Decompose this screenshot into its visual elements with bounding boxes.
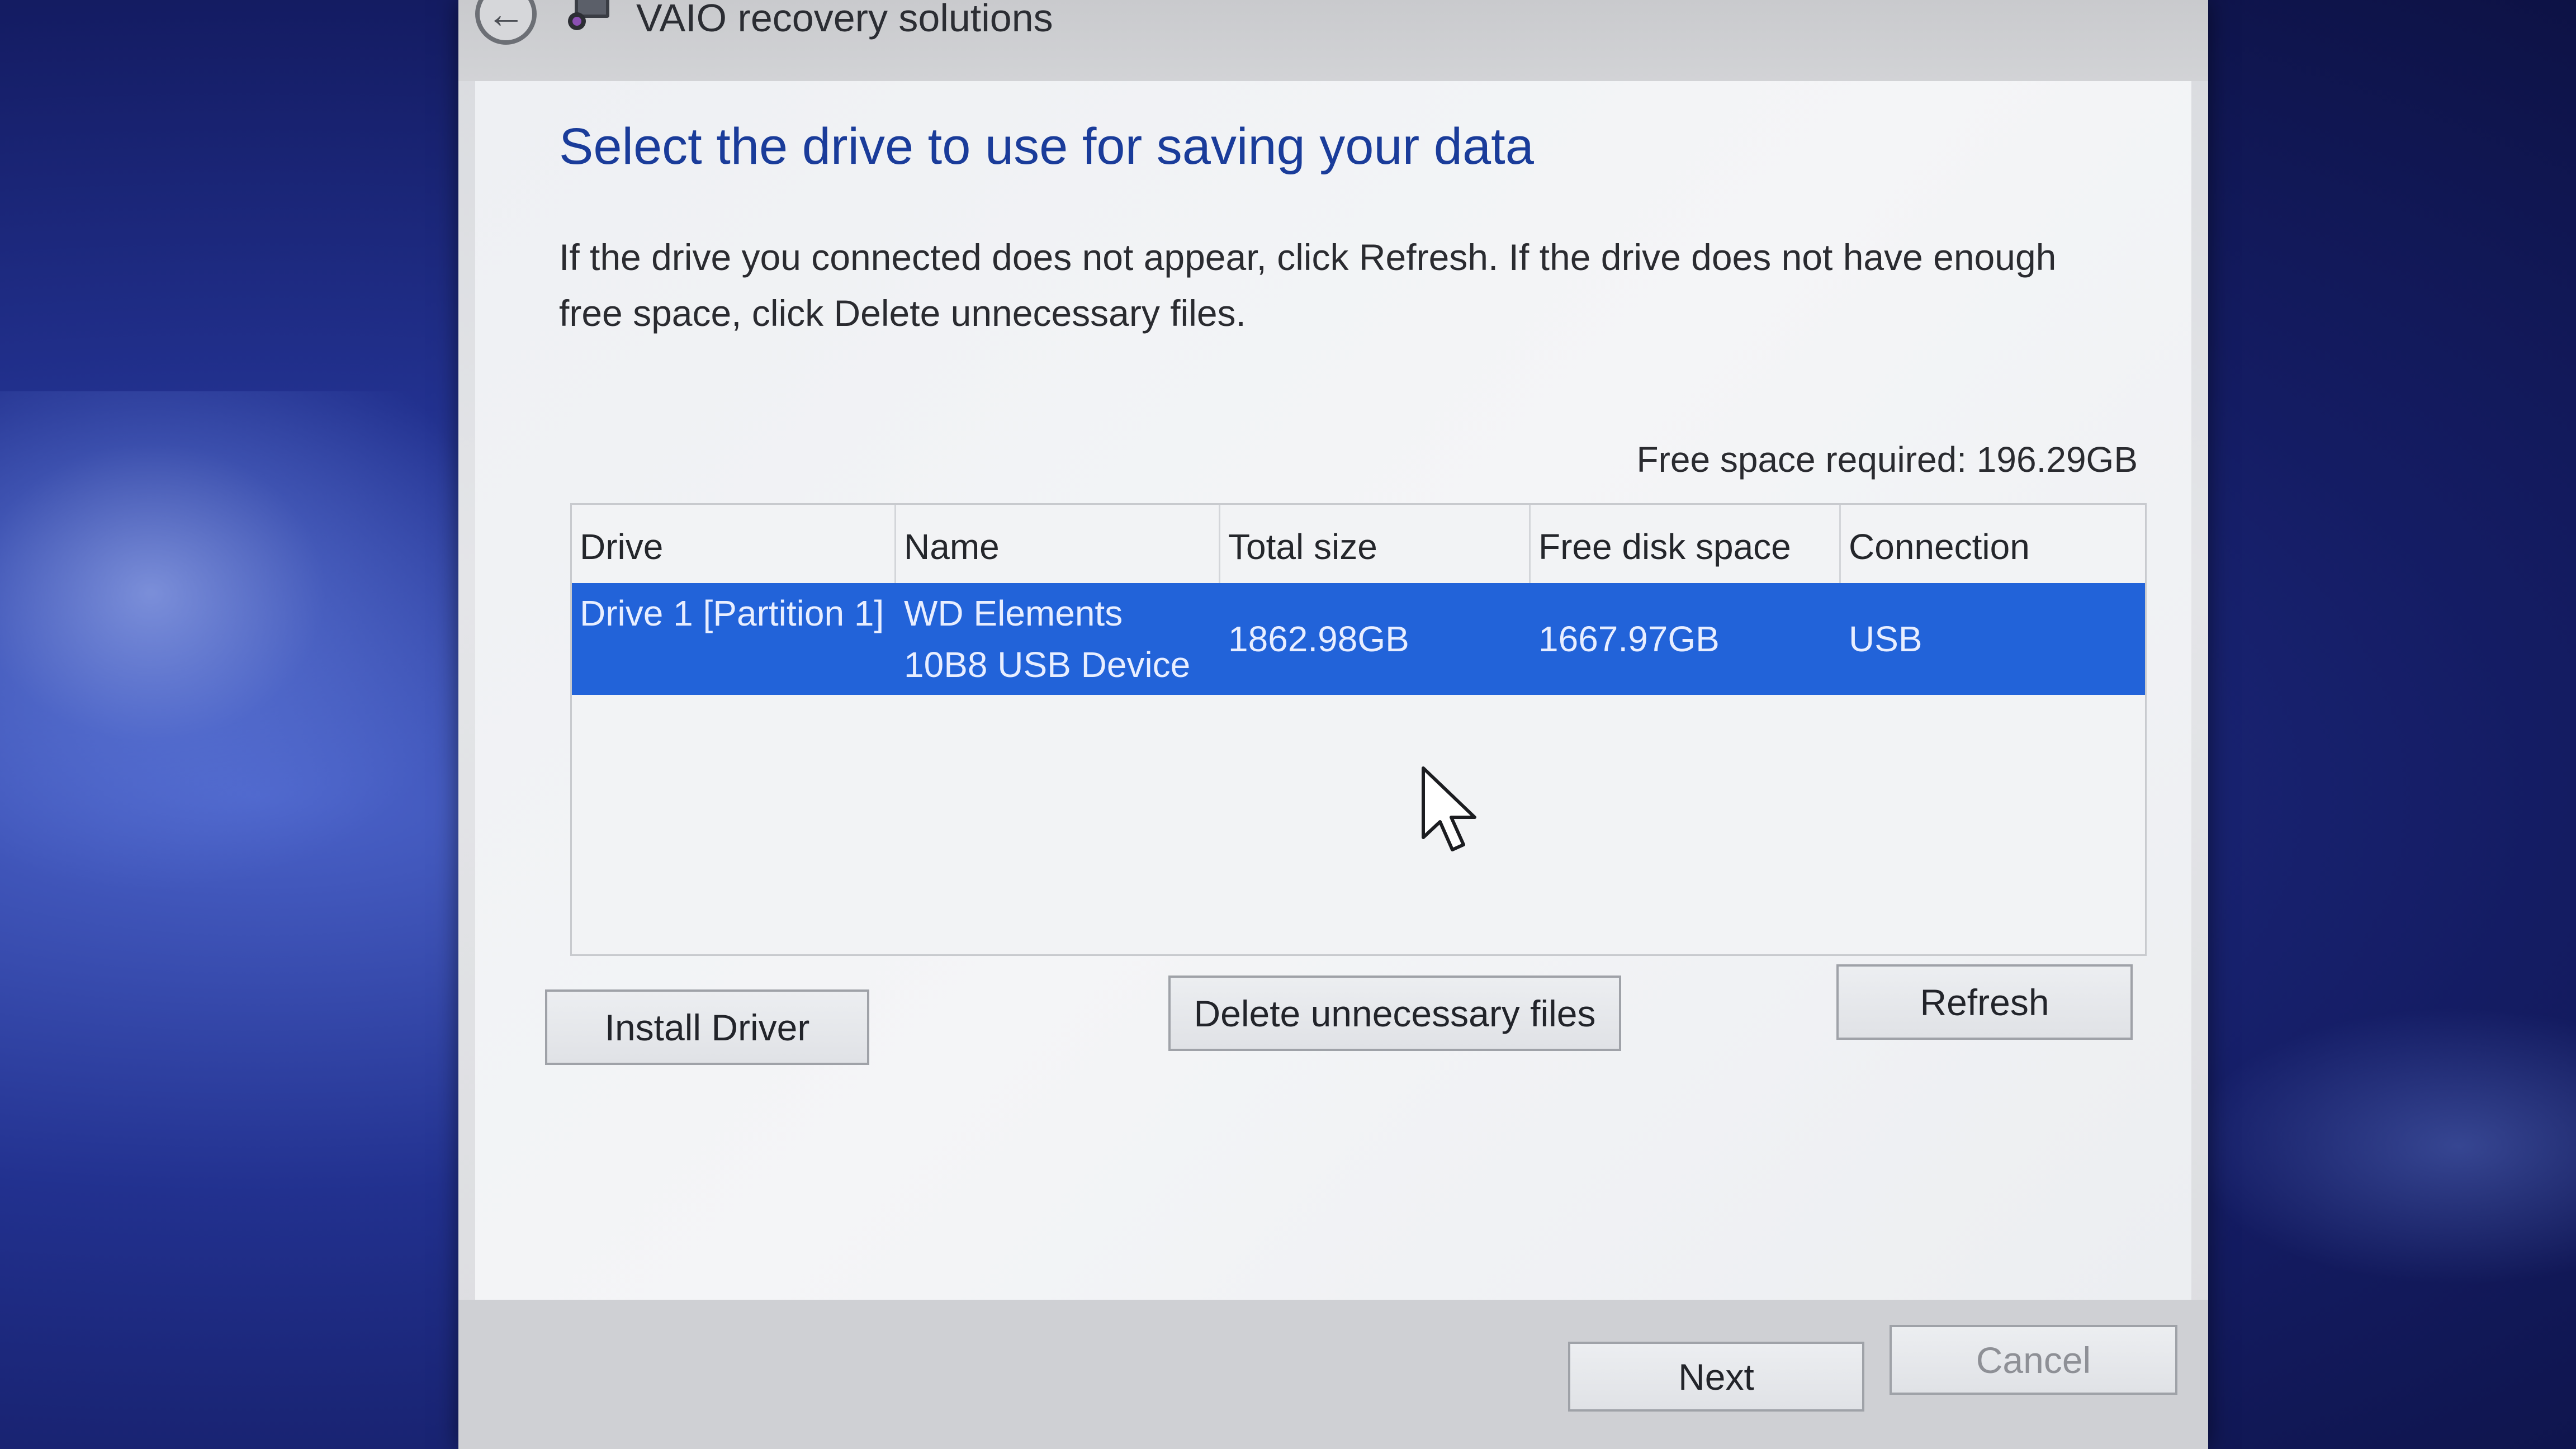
free-space-required-label: Free space required: 196.29GB (1636, 439, 2138, 480)
cell-drive: Drive 1 [Partition 1] (580, 593, 884, 633)
refresh-button[interactable]: Refresh (1836, 964, 2133, 1040)
desktop-background-glow-right (2185, 1006, 2576, 1286)
footer-bar: Next Cancel (458, 1300, 2208, 1449)
column-header-name[interactable]: Name (896, 505, 1220, 583)
next-button[interactable]: Next (1568, 1342, 1864, 1412)
cell-connection: USB (1849, 619, 1922, 659)
desktop-background-glow (0, 391, 503, 894)
column-header-free-disk-space[interactable]: Free disk space (1531, 505, 1841, 583)
cell-total-size: 1862.98GB (1228, 619, 1409, 659)
back-button[interactable]: ← (475, 0, 537, 45)
column-header-total-size[interactable]: Total size (1220, 505, 1531, 583)
window-title: VAIO recovery solutions (636, 0, 1053, 40)
mouse-pointer-icon (1422, 766, 1476, 851)
vaio-app-icon (568, 0, 609, 30)
cell-name: WD Elements 10B8 USB Device (904, 593, 1191, 685)
recovery-window: ← VAIO recovery solutions Select the dri… (458, 0, 2208, 1449)
instructions-text: If the drive you connected does not appe… (559, 236, 2057, 334)
title-bar: ← VAIO recovery solutions (458, 0, 2208, 81)
back-arrow-icon: ← (486, 0, 525, 36)
column-header-connection[interactable]: Connection (1841, 505, 2148, 583)
table-header: Drive Name Total size Free disk space Co… (572, 505, 2145, 583)
install-driver-button[interactable]: Install Driver (545, 989, 869, 1065)
page-heading: Select the drive to use for saving your … (559, 118, 1534, 175)
table-row[interactable]: Drive 1 [Partition 1] WD Elements 10B8 U… (572, 583, 2145, 695)
delete-unnecessary-files-button[interactable]: Delete unnecessary files (1168, 976, 1621, 1051)
drive-table: Drive Name Total size Free disk space Co… (570, 503, 2147, 956)
cancel-button[interactable]: Cancel (1890, 1325, 2177, 1395)
cell-free-disk-space: 1667.97GB (1538, 619, 1720, 659)
column-header-drive[interactable]: Drive (572, 505, 896, 583)
content-pane: Select the drive to use for saving your … (475, 81, 2191, 1300)
